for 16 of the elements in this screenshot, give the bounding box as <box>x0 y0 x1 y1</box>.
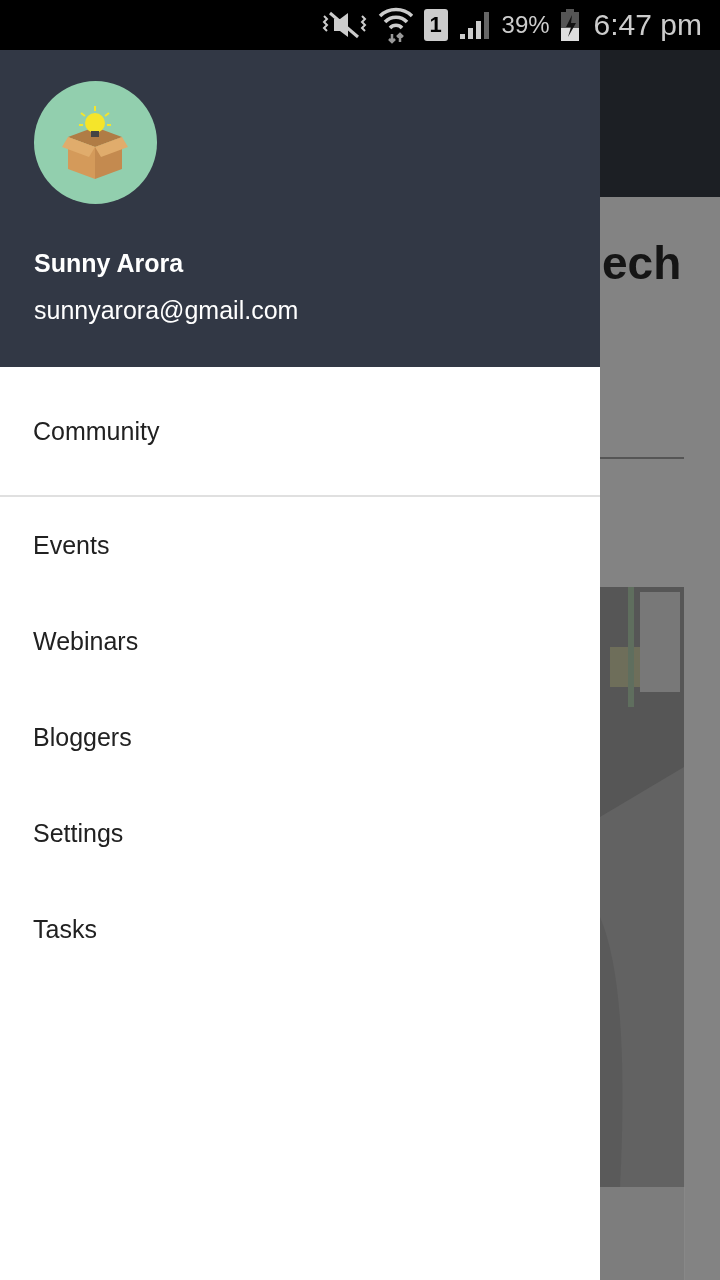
wifi-icon <box>377 6 414 44</box>
clock: 6:47 pm <box>593 8 702 42</box>
menu-item[interactable]: Events <box>0 497 600 593</box>
sim-indicator: 1 <box>423 9 448 41</box>
user-name: Sunny Arora <box>34 248 185 279</box>
page-title: ech <box>601 236 683 291</box>
battery-percentage: 39% <box>501 11 550 39</box>
user-email: sunnyarora@gmail.com <box>34 295 300 326</box>
menu-item[interactable]: Bloggers <box>0 689 600 785</box>
menu-item[interactable]: Settings <box>0 785 600 881</box>
menu-item[interactable]: Tasks <box>0 881 600 977</box>
signal-icon <box>457 10 492 40</box>
battery-charging-icon <box>559 9 580 41</box>
avatar-box-lightbulb-icon <box>34 81 157 204</box>
menu-item[interactable]: Webinars <box>0 593 600 689</box>
menu-item[interactable]: Community <box>0 367 600 495</box>
